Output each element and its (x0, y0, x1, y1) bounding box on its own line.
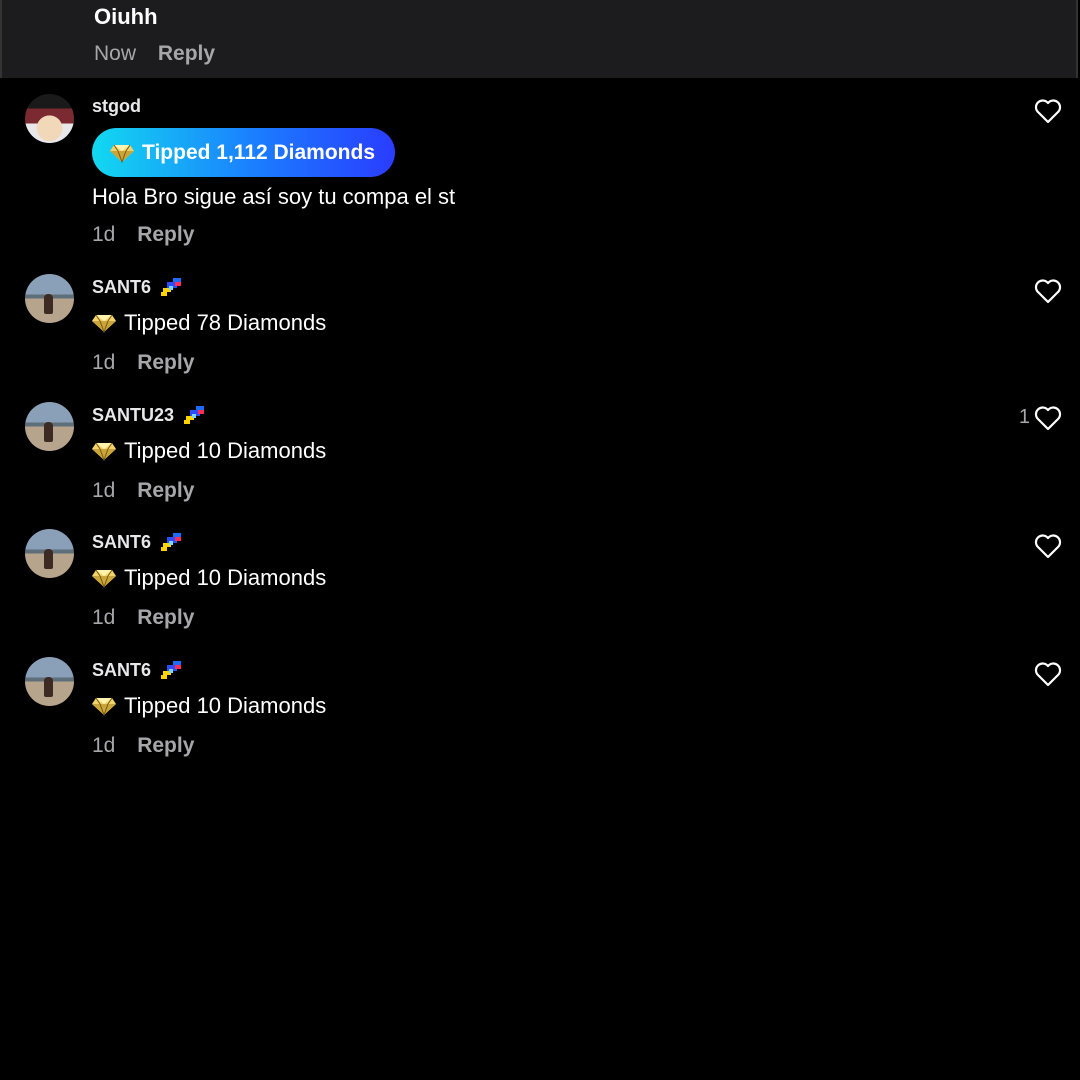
reply-button[interactable]: Reply (158, 42, 215, 65)
diamond-icon (110, 143, 134, 163)
comment-username[interactable]: SANT6 (92, 276, 185, 298)
comment-meta: 1d Reply (92, 351, 194, 375)
tip-line: Tipped 10 Diamonds (92, 693, 326, 719)
comment-time: 1d (92, 606, 116, 629)
tip-label: Tipped 78 Diamonds (124, 310, 327, 335)
username-text: SANT6 (92, 276, 152, 297)
username-text: stgod (92, 96, 141, 116)
reply-button[interactable]: Reply (137, 606, 194, 629)
comment-meta: 1d Reply (92, 479, 194, 503)
diamond-icon (92, 313, 116, 334)
tip-line: Tipped 10 Diamonds (92, 438, 326, 464)
diamond-icon (92, 441, 116, 462)
reply-button[interactable]: Reply (137, 734, 194, 757)
username-text: SANT6 (92, 659, 152, 680)
comment-time: Now (94, 42, 137, 65)
tip-badge: Tipped 1,112 Diamonds (92, 128, 396, 177)
comment-text: Hola Bro sigue así soy tu compa el st (92, 184, 456, 209)
tip-label: Tipped 10 Diamonds (124, 693, 327, 718)
heart-outline-icon[interactable] (1034, 661, 1062, 687)
reply-button[interactable]: Reply (137, 479, 194, 502)
top-comment: Oiuhh Now Reply (0, 0, 1078, 78)
diamond-icon (92, 568, 116, 589)
avatar[interactable] (25, 94, 74, 143)
comment-username[interactable]: SANT6 (92, 531, 185, 553)
heart-outline-icon[interactable] (1034, 278, 1062, 304)
top-comment-text: Oiuhh (94, 4, 158, 29)
comment-time: 1d (92, 351, 116, 374)
comment-username[interactable]: SANTU23 (92, 404, 208, 426)
top-comment-meta: Now Reply (94, 42, 215, 66)
diamond-icon (92, 696, 116, 717)
reply-button[interactable]: Reply (137, 351, 194, 374)
heart-outline-icon[interactable] (1034, 405, 1062, 431)
comment-username[interactable]: stgod (92, 96, 141, 117)
heart-outline-icon[interactable] (1034, 98, 1062, 124)
pixel-rocket-badge-icon (159, 659, 185, 681)
comment-meta: 1d Reply (92, 606, 194, 630)
comment-username[interactable]: SANT6 (92, 659, 185, 681)
tip-label: Tipped 10 Diamonds (124, 438, 327, 463)
comment-time: 1d (92, 734, 116, 757)
username-text: SANTU23 (92, 404, 175, 425)
comment-time: 1d (92, 479, 116, 502)
avatar-figure (44, 549, 53, 569)
tip-line: Tipped 10 Diamonds (92, 565, 326, 591)
avatar[interactable] (25, 274, 74, 323)
pixel-rocket-badge-icon (159, 531, 185, 553)
pixel-rocket-badge-icon (159, 276, 185, 298)
comment-time: 1d (92, 223, 116, 246)
username-text: SANT6 (92, 531, 152, 552)
avatar-figure (44, 422, 53, 442)
pixel-rocket-badge-icon (182, 404, 208, 426)
heart-outline-icon[interactable] (1034, 533, 1062, 559)
comment-meta: 1d Reply (92, 734, 194, 758)
avatar-figure (44, 677, 53, 697)
avatar[interactable] (25, 529, 74, 578)
reply-button[interactable]: Reply (137, 223, 194, 246)
avatar-figure (44, 294, 53, 314)
tip-label: Tipped 1,112 Diamonds (142, 140, 376, 164)
comment-meta: 1d Reply (92, 223, 194, 247)
avatar[interactable] (25, 402, 74, 451)
like-count: 1 (1018, 406, 1030, 428)
tip-label: Tipped 10 Diamonds (124, 565, 327, 590)
tip-line: Tipped 78 Diamonds (92, 310, 326, 336)
avatar[interactable] (25, 657, 74, 706)
